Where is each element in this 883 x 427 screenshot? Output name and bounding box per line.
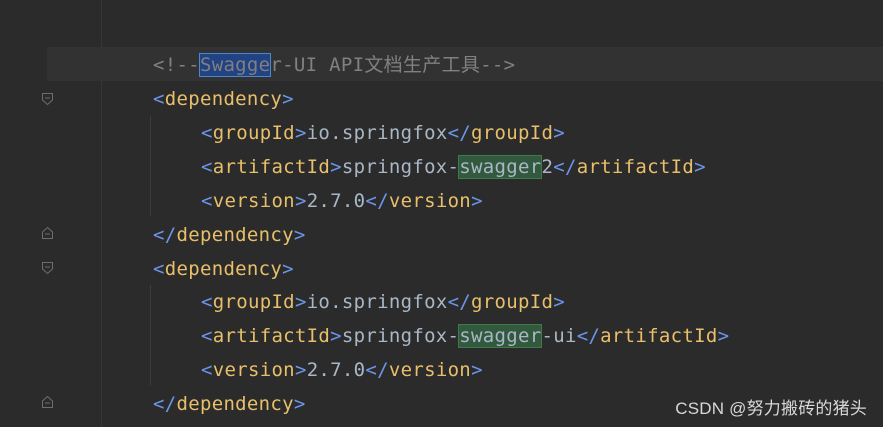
angle-close: > xyxy=(293,393,306,415)
angle-open: < xyxy=(153,88,165,110)
angle-close: > xyxy=(294,190,307,212)
code-line-version[interactable]: <version>2.7.0</version> xyxy=(201,353,483,387)
angle-open-slash: </ xyxy=(365,190,389,212)
angle-close: > xyxy=(330,325,342,347)
indent-guide xyxy=(150,116,151,216)
angle-close: > xyxy=(330,156,342,178)
angle-close: > xyxy=(282,258,294,280)
code-line-dependency-open[interactable]: <dependency> xyxy=(153,252,294,286)
tag-value: springfox- xyxy=(341,156,460,178)
tag-name: dependency xyxy=(176,393,294,415)
fold-close-icon[interactable] xyxy=(41,395,54,409)
tag-name: groupId xyxy=(471,122,554,144)
angle-open: < xyxy=(201,190,213,212)
tag-name: version xyxy=(388,190,472,212)
code-line-dependency-close[interactable]: </dependency> xyxy=(153,218,306,252)
angle-open-slash: </ xyxy=(153,393,177,415)
tag-value: springfox- xyxy=(341,325,460,347)
comment-open: <!-- xyxy=(153,54,200,76)
tag-name: version xyxy=(212,190,295,212)
code-line-artifactid[interactable]: <artifactId>springfox-swagger-ui</artifa… xyxy=(201,319,729,353)
code-line-groupid[interactable]: <groupId>io.springfox</groupId> xyxy=(201,285,565,319)
tag-name: version xyxy=(212,359,295,381)
indent-guide xyxy=(150,285,151,385)
tag-value: io.springfox xyxy=(306,291,448,313)
search-match-highlight: swagger xyxy=(458,324,543,348)
tag-value-rest: -ui xyxy=(541,325,577,347)
caret-word-highlight: Swagge xyxy=(198,53,272,77)
angle-close: > xyxy=(553,122,565,144)
angle-close: > xyxy=(282,88,294,110)
code-line-comment[interactable]: <!--Swagger-UI API文档生产工具--> xyxy=(153,48,515,82)
angle-open: < xyxy=(201,359,213,381)
code-editor[interactable]: <!--Swagger-UI API文档生产工具--> <dependency>… xyxy=(0,0,883,427)
tag-name: artifactId xyxy=(600,325,718,347)
fold-open-icon[interactable] xyxy=(41,261,54,275)
tag-name: version xyxy=(388,359,472,381)
fold-close-icon[interactable] xyxy=(41,226,54,240)
angle-open: < xyxy=(201,325,213,347)
tag-name: dependency xyxy=(176,224,294,246)
tag-value-rest: 2 xyxy=(541,156,554,178)
angle-open-slash: </ xyxy=(365,359,389,381)
watermark-text: CSDN @努力搬砖的猪头 xyxy=(675,399,867,418)
angle-close: > xyxy=(717,325,730,347)
tag-name: artifactId xyxy=(576,156,695,178)
fold-open-icon[interactable] xyxy=(41,92,54,106)
tag-name: groupId xyxy=(212,122,295,144)
angle-open-slash: </ xyxy=(447,122,472,144)
angle-open-slash: </ xyxy=(153,224,177,246)
angle-open: < xyxy=(201,122,213,144)
code-line-groupid[interactable]: <groupId>io.springfox</groupId> xyxy=(201,116,565,150)
search-match-highlight: swagger xyxy=(458,155,543,179)
code-line-version[interactable]: <version>2.7.0</version> xyxy=(201,184,483,218)
code-line-dependency-open[interactable]: <dependency> xyxy=(153,82,294,116)
angle-close: > xyxy=(293,224,306,246)
tag-name: dependency xyxy=(164,258,283,280)
tag-name: artifactId xyxy=(212,325,331,347)
code-line-artifactid[interactable]: <artifactId>springfox-swagger2</artifact… xyxy=(201,150,706,184)
angle-open-slash: </ xyxy=(576,325,601,347)
angle-open-slash: </ xyxy=(553,156,577,178)
angle-close: > xyxy=(553,291,565,313)
tag-name: groupId xyxy=(212,291,295,313)
tag-value: io.springfox xyxy=(306,122,448,144)
angle-close: > xyxy=(294,359,307,381)
angle-close: > xyxy=(471,190,483,212)
tag-name: groupId xyxy=(471,291,554,313)
angle-open: < xyxy=(153,258,165,280)
tag-value: 2.7.0 xyxy=(306,190,366,212)
angle-close: > xyxy=(694,156,706,178)
tag-name: dependency xyxy=(164,88,283,110)
angle-open: < xyxy=(201,291,213,313)
tag-value: 2.7.0 xyxy=(306,359,366,381)
angle-close: > xyxy=(294,122,307,144)
angle-open: < xyxy=(201,156,213,178)
angle-close: > xyxy=(471,359,483,381)
angle-open-slash: </ xyxy=(447,291,472,313)
code-line-dependency-close[interactable]: </dependency> xyxy=(153,387,306,421)
comment-text: r-UI API文档生产工具--> xyxy=(270,54,516,76)
angle-close: > xyxy=(294,291,307,313)
tag-name: artifactId xyxy=(212,156,331,178)
